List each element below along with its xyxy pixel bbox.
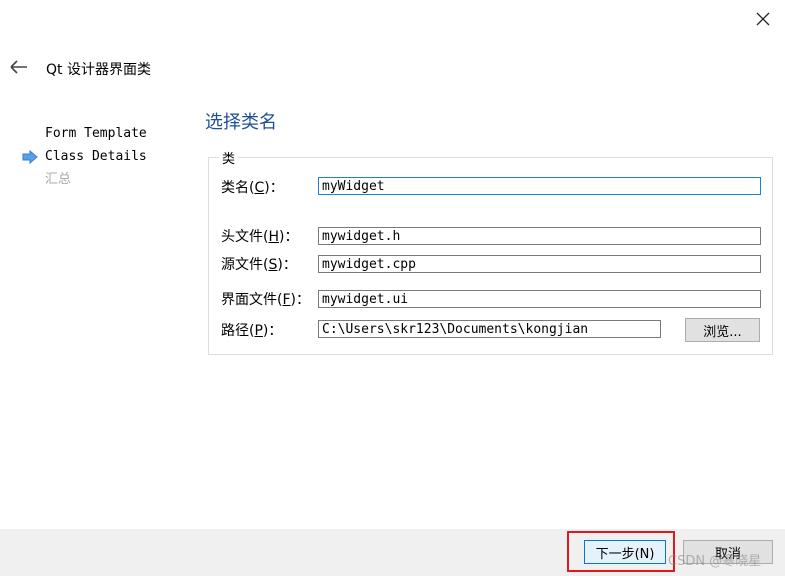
wizard-title: Qt 设计器界面类: [46, 62, 151, 78]
class-name-input[interactable]: [318, 177, 761, 195]
next-button[interactable]: 下一步(N): [584, 540, 666, 564]
wizard-steps: Form Template Class Details 汇总: [22, 125, 147, 194]
back-button[interactable]: [8, 56, 30, 78]
path-label: 路径(P)：: [221, 323, 283, 339]
header-file-label: 头文件(H)：: [221, 229, 299, 245]
path-input[interactable]: [318, 320, 661, 338]
button-bar: [0, 529, 785, 576]
step-form-template: Form Template: [45, 126, 147, 141]
close-button[interactable]: [752, 8, 774, 30]
step-class-details: Class Details: [22, 148, 147, 171]
page-title: 选择类名: [205, 112, 277, 133]
class-name-label: 类名(C)：: [221, 180, 284, 196]
current-step-arrow-icon: [22, 150, 38, 164]
step-summary: 汇总: [45, 172, 72, 187]
form-file-label: 界面文件(F)：: [221, 292, 310, 308]
cancel-button[interactable]: 取消: [683, 540, 773, 564]
header-file-input[interactable]: [318, 227, 761, 245]
groupbox-title: 类: [219, 148, 239, 167]
source-file-label: 源文件(S)：: [221, 257, 297, 273]
source-file-input[interactable]: [318, 255, 761, 273]
form-file-input[interactable]: [318, 290, 761, 308]
browse-button[interactable]: 浏览...: [685, 318, 760, 342]
back-arrow-icon: [10, 60, 27, 74]
close-icon: [756, 12, 770, 26]
